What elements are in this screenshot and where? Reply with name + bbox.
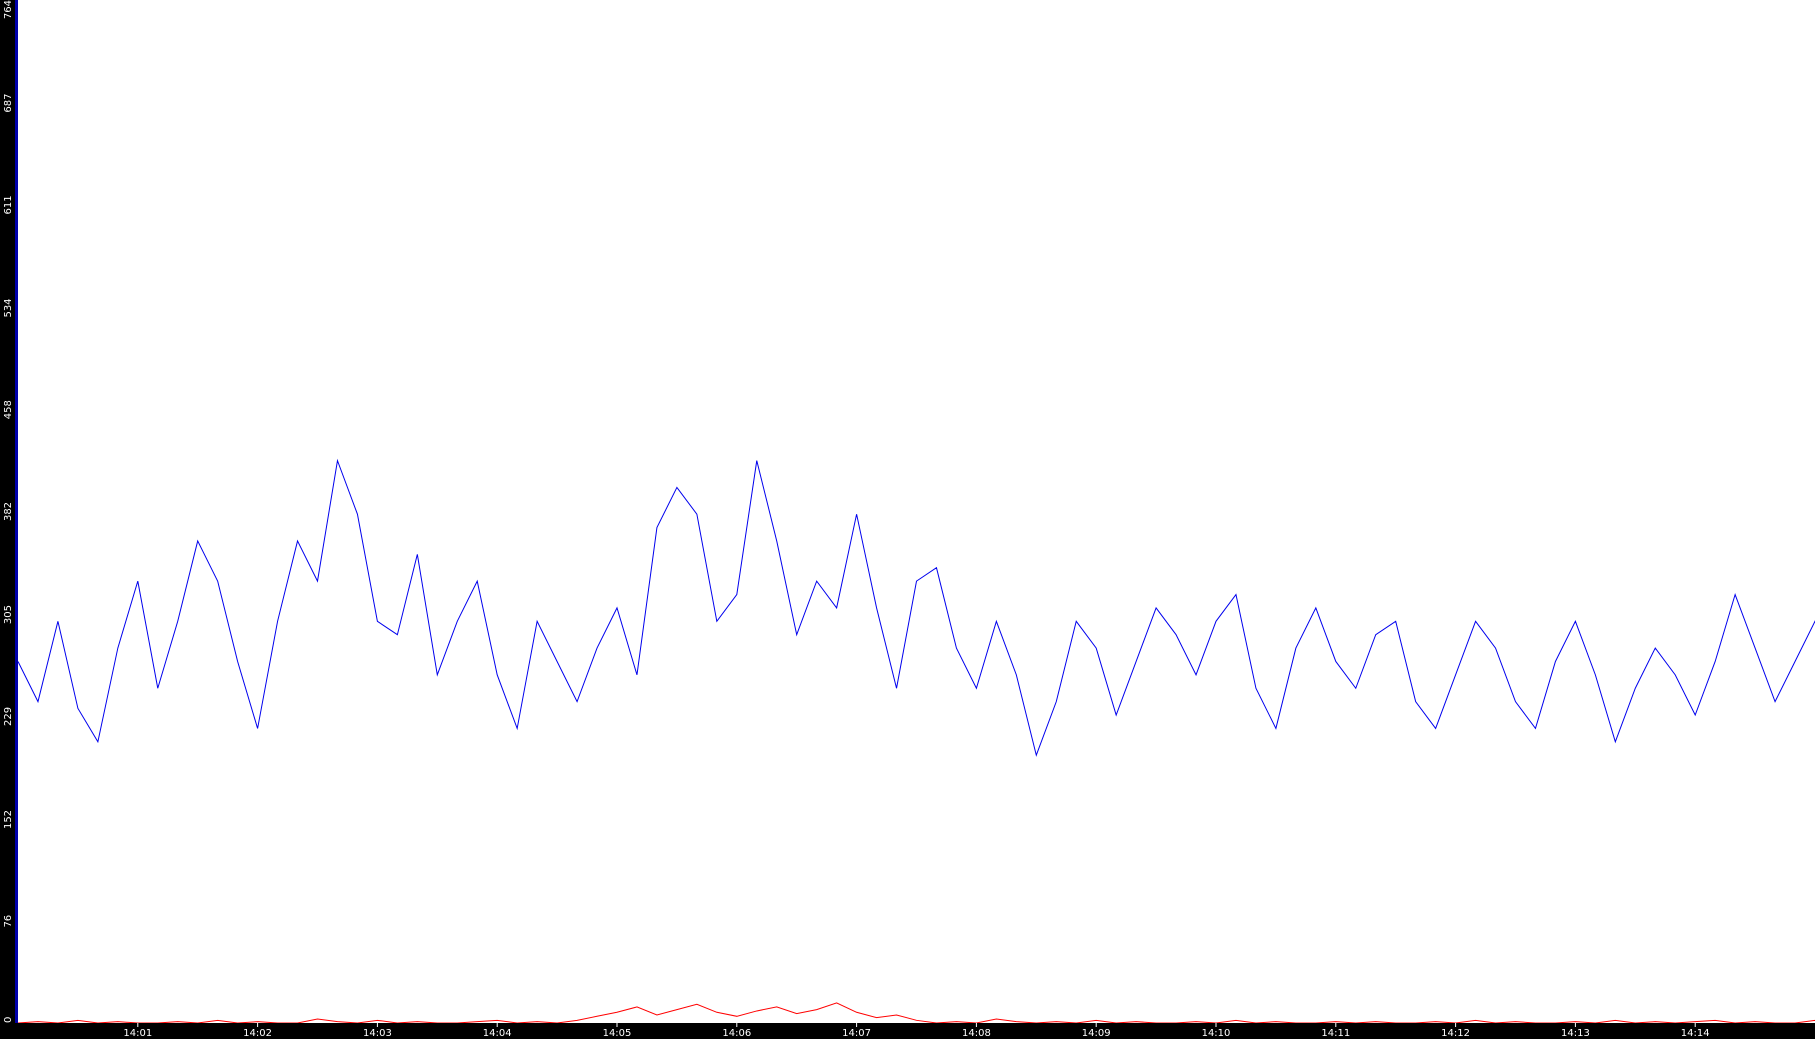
x-tick-label: 14:11 xyxy=(1321,1028,1350,1039)
line-chart: 076152229305382458534611687764 14:01 14:0… xyxy=(0,0,1815,1039)
y-axis: 0 76 152 229 305 382 458 534 611 687 764 xyxy=(0,0,18,1039)
y-tick-label: 76 xyxy=(3,915,14,928)
x-axis-bar xyxy=(0,1023,1815,1039)
x-tick-label: 14:12 xyxy=(1441,1028,1470,1039)
x-tick-label: 14:09 xyxy=(1082,1028,1111,1039)
y-tick-label: 229 xyxy=(3,707,14,726)
x-tick-label: 14:08 xyxy=(962,1028,991,1039)
x-tick-label: 14:02 xyxy=(243,1028,272,1039)
y-tick-label: 305 xyxy=(3,605,14,624)
y-tick-label: 611 xyxy=(3,195,14,214)
y-tick-label: 534 xyxy=(3,298,14,317)
y-tick-label: 764 xyxy=(3,0,14,19)
y-tick-label: 382 xyxy=(3,502,14,521)
x-tick-label: 14:05 xyxy=(603,1028,632,1039)
plot-background xyxy=(0,0,1815,1039)
x-tick-label: 14:03 xyxy=(363,1028,392,1039)
y-tick-label: 0 xyxy=(3,1017,14,1023)
x-tick-label: 14:14 xyxy=(1681,1028,1710,1039)
x-tick-label: 14:13 xyxy=(1561,1028,1590,1039)
x-tick-label: 14:06 xyxy=(722,1028,751,1039)
y-tick-label: 687 xyxy=(3,94,14,113)
x-axis: 14:01 14:02 14:03 14:04 14:05 14:06 14:07 14:08… xyxy=(0,1023,1815,1039)
x-tick-label: 14:07 xyxy=(842,1028,871,1039)
x-tick-label: 14:10 xyxy=(1202,1028,1231,1039)
x-tick-label: 14:04 xyxy=(483,1028,512,1039)
chart-root: 0 76 152 229 305 382 458 534 611 687 764 14:01 14:0… xyxy=(0,0,1815,1039)
y-tick-label: 152 xyxy=(3,810,14,829)
y-axis-accent xyxy=(15,0,18,1023)
y-tick-label: 458 xyxy=(3,400,14,419)
x-tick-label: 14:01 xyxy=(123,1028,152,1039)
